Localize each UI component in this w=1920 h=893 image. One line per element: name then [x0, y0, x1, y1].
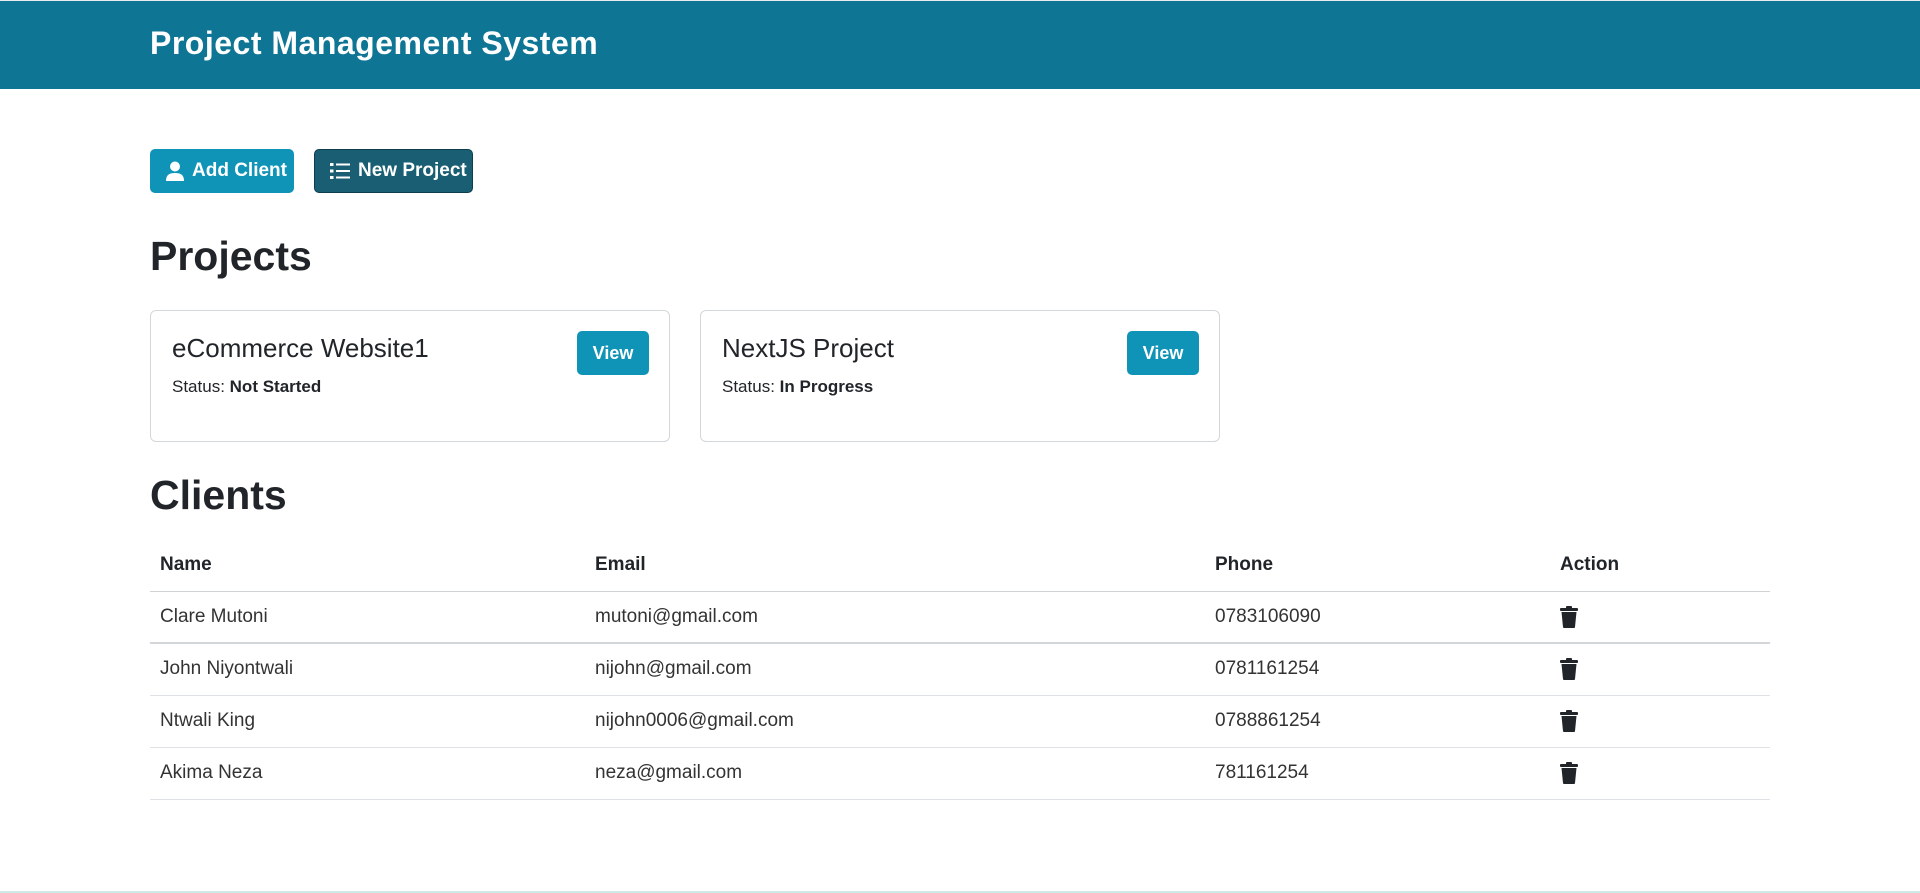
client-email: mutoni@gmail.com	[585, 591, 1205, 644]
client-email: nijohn0006@gmail.com	[585, 695, 1205, 748]
project-card: eCommerce Website1 Status: Not Started V…	[150, 310, 670, 442]
add-client-button[interactable]: Add Client	[150, 149, 294, 193]
project-status: Status: In Progress	[722, 377, 873, 397]
client-name: Clare Mutoni	[150, 591, 585, 644]
client-action	[1550, 591, 1770, 644]
new-project-button[interactable]: New Project	[314, 149, 473, 193]
client-action	[1550, 695, 1770, 748]
project-card: NextJS Project Status: In Progress View	[700, 310, 1220, 442]
project-name: eCommerce Website1	[172, 333, 429, 363]
projects-heading: Projects	[150, 233, 312, 279]
client-name: Ntwali King	[150, 695, 585, 748]
client-action	[1550, 747, 1770, 800]
trash-icon[interactable]	[1560, 658, 1578, 681]
column-header-name: Name	[150, 540, 585, 592]
client-phone: 781161254	[1205, 747, 1550, 800]
table-row: Akima Neza neza@gmail.com 781161254	[150, 747, 1770, 800]
trash-icon[interactable]	[1560, 761, 1578, 784]
trash-icon[interactable]	[1560, 605, 1578, 628]
list-icon	[330, 163, 350, 179]
trash-icon[interactable]	[1560, 709, 1578, 732]
new-project-label: New Project	[358, 160, 467, 181]
table-row: Clare Mutoni mutoni@gmail.com 0783106090	[150, 591, 1770, 644]
navbar: Project Management System	[0, 0, 1920, 89]
column-header-email: Email	[585, 540, 1205, 592]
client-phone: 0781161254	[1205, 643, 1550, 696]
client-email: nijohn@gmail.com	[585, 643, 1205, 696]
view-project-button[interactable]: View	[577, 331, 649, 375]
status-label: Status:	[172, 377, 225, 396]
status-label: Status:	[722, 377, 775, 396]
table-row: John Niyontwali nijohn@gmail.com 0781161…	[150, 643, 1770, 696]
project-name: NextJS Project	[722, 333, 894, 363]
column-header-phone: Phone	[1205, 540, 1550, 592]
client-action	[1550, 643, 1770, 696]
client-email: neza@gmail.com	[585, 747, 1205, 800]
clients-heading: Clients	[150, 472, 287, 518]
view-project-button[interactable]: View	[1127, 331, 1199, 375]
status-value: Not Started	[229, 377, 322, 396]
project-status: Status: Not Started	[172, 377, 321, 397]
client-phone: 0783106090	[1205, 591, 1550, 644]
user-icon	[166, 161, 184, 181]
app-title[interactable]: Project Management System	[150, 25, 598, 62]
table-row: Ntwali King nijohn0006@gmail.com 0788861…	[150, 695, 1770, 748]
column-header-action: Action	[1550, 540, 1770, 592]
status-value: In Progress	[779, 377, 874, 396]
add-client-label: Add Client	[192, 160, 287, 181]
table-header-row: Name Email Phone Action	[150, 540, 1770, 592]
clients-table: Name Email Phone Action Clare Mutoni mut…	[150, 540, 1770, 800]
client-phone: 0788861254	[1205, 695, 1550, 748]
client-name: John Niyontwali	[150, 643, 585, 696]
client-name: Akima Neza	[150, 747, 585, 800]
